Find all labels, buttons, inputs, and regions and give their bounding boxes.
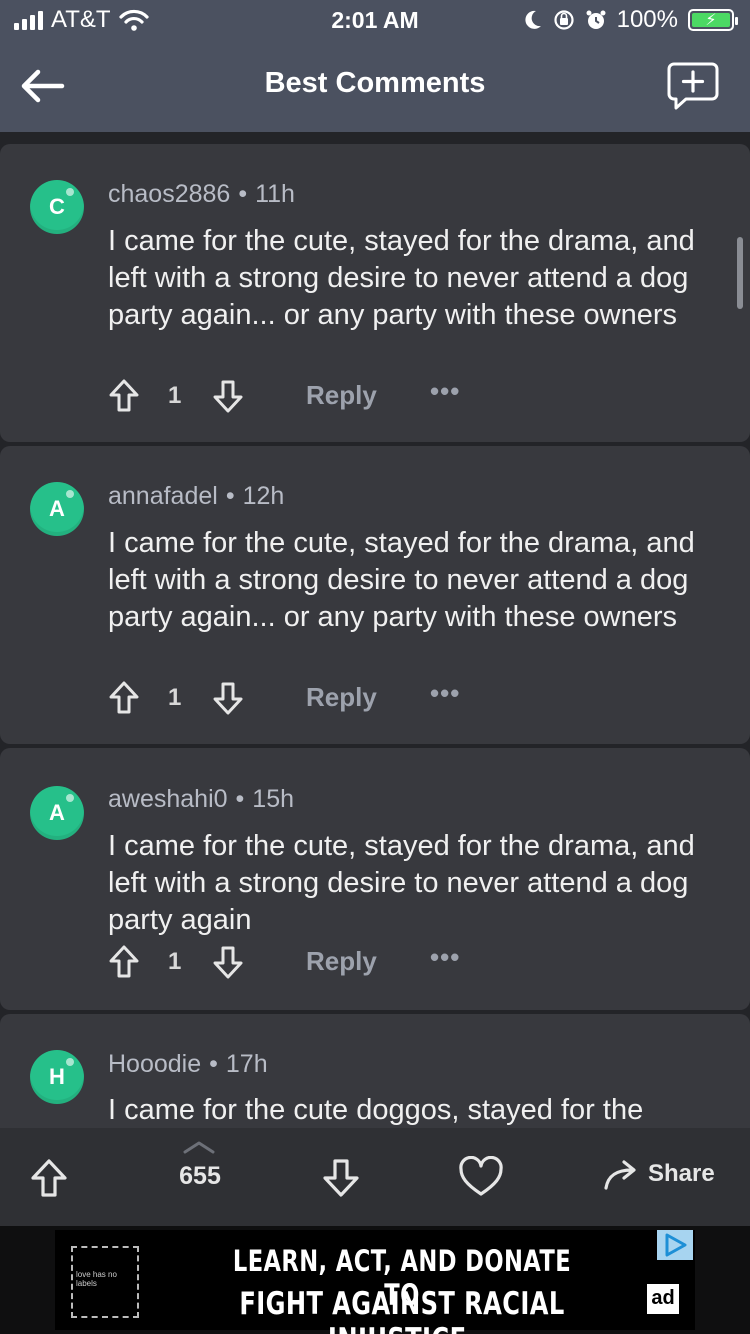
comment-text: I came for the cute, stayed for the dram… — [108, 225, 695, 331]
alarm-icon — [586, 10, 606, 29]
upvote-icon[interactable] — [30, 1158, 68, 1198]
ad-badge: ad — [645, 1282, 681, 1316]
ad-choices-icon[interactable] — [657, 1230, 693, 1260]
more-options-icon[interactable]: ••• — [430, 678, 460, 709]
status-bar: AT&T 2:01 AM 100% ⚡ — [0, 0, 750, 40]
comment-age: 11h — [255, 180, 295, 208]
comment-text: I came for the cute doggos, stayed for t… — [108, 1094, 644, 1126]
avatar[interactable]: C — [30, 180, 84, 234]
battery-percent: 100% — [616, 6, 678, 33]
comment-age: 17h — [225, 1050, 268, 1078]
page-title: Best Comments — [264, 67, 486, 99]
more-options-icon[interactable]: ••• — [430, 942, 460, 973]
reply-button[interactable]: Reply — [306, 682, 377, 713]
ad-logo: love has no labels — [71, 1246, 139, 1318]
share-button[interactable]: Share — [602, 1158, 715, 1190]
more-options-icon[interactable]: ••• — [430, 376, 460, 407]
score: 1 — [168, 382, 182, 409]
comment-meta: annafadel • 12h — [108, 482, 285, 510]
upvote-icon[interactable] — [108, 378, 140, 414]
comment-text: I came for the cute, stayed for the dram… — [108, 527, 695, 633]
comment-age: 15h — [252, 785, 295, 813]
scrollbar[interactable] — [737, 237, 743, 309]
username[interactable]: annafadel — [108, 482, 218, 510]
username[interactable]: Hooodie — [108, 1050, 201, 1078]
score: 1 — [168, 684, 182, 711]
top-nav-bar: Best Comments — [0, 40, 750, 132]
moon-icon — [525, 10, 541, 29]
share-label: Share — [648, 1160, 715, 1187]
upvote-icon[interactable] — [108, 680, 140, 716]
chevron-up-icon[interactable] — [182, 1140, 216, 1154]
share-arrow-icon — [604, 1160, 636, 1190]
upvote-icon[interactable] — [108, 944, 140, 980]
add-comment-icon[interactable] — [666, 60, 720, 114]
heart-icon[interactable] — [458, 1156, 504, 1198]
avatar[interactable]: A — [30, 786, 84, 840]
comment-card: A annafadel • 12h I came for the cute, sta… — [0, 446, 750, 744]
comment-list: C chaos2886 • 11h I came for the cute, sta… — [0, 142, 750, 1128]
ad-banner[interactable]: love has no labels LEARN, ACT, AND DONAT… — [55, 1230, 695, 1334]
username[interactable]: chaos2886 — [108, 180, 230, 208]
username[interactable]: aweshahi0 — [108, 785, 228, 813]
ad-container: love has no labels LEARN, ACT, AND DONAT… — [0, 1226, 750, 1334]
downvote-icon[interactable] — [212, 680, 244, 716]
reply-button[interactable]: Reply — [306, 946, 377, 977]
battery-icon: ⚡ — [688, 9, 738, 31]
avatar[interactable]: A — [30, 482, 84, 536]
downvote-icon[interactable] — [212, 378, 244, 414]
reply-button[interactable]: Reply — [306, 380, 377, 411]
comment-card: A aweshahi0 • 15h I came for the cute, sta… — [0, 748, 750, 1010]
comment-meta: Hooodie • 17h — [108, 1050, 268, 1078]
comment-actions: 1 Reply ••• — [108, 678, 508, 720]
comment-meta: chaos2886 • 11h — [108, 180, 295, 208]
avatar[interactable]: H — [30, 1050, 84, 1104]
downvote-icon[interactable] — [322, 1158, 360, 1198]
downvote-icon[interactable] — [212, 944, 244, 980]
comment-actions: 1 Reply ••• — [108, 942, 508, 984]
orientation-lock-icon — [554, 10, 574, 30]
comment-meta: aweshahi0 • 15h — [108, 785, 295, 813]
comment-card: H Hooodie • 17h I came for the cute doggos… — [0, 1014, 750, 1128]
comment-age: 12h — [242, 482, 285, 510]
status-right: 100% ⚡ — [523, 6, 738, 34]
score: 1 — [168, 948, 182, 975]
comment-actions: 1 Reply ••• — [108, 376, 508, 418]
bottom-action-bar: 655 Share — [0, 1128, 750, 1226]
ad-headline-2: FIGHT AGAINST RACIAL INJUSTICE. — [239, 1286, 565, 1334]
comment-card: C chaos2886 • 11h I came for the cute, sta… — [0, 144, 750, 442]
comment-text: I came for the cute, stayed for the dram… — [108, 830, 695, 936]
vote-count: 655 — [179, 1162, 221, 1190]
